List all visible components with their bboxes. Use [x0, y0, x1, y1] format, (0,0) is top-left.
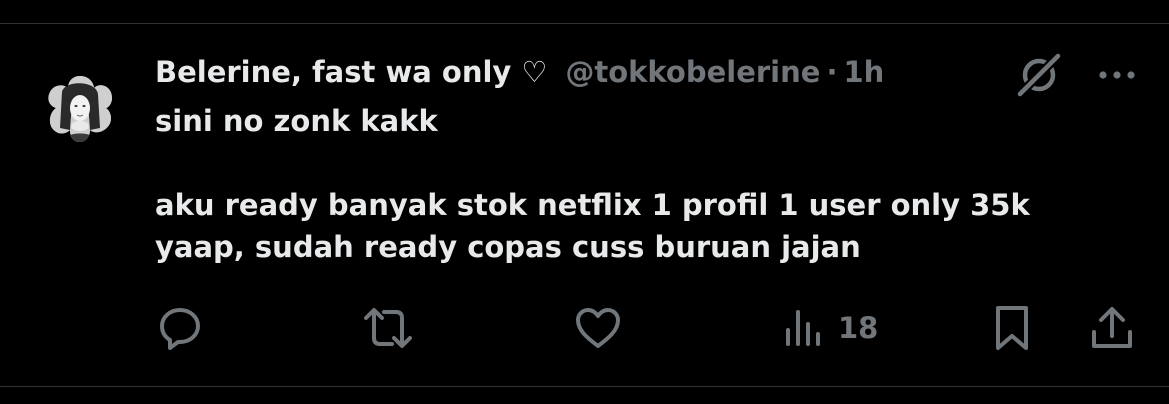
- like-button[interactable]: [574, 304, 622, 352]
- views-button[interactable]: 18: [782, 304, 878, 352]
- heart-icon: [574, 304, 622, 352]
- views-count: 18: [838, 311, 879, 345]
- user-handle[interactable]: @tokkobelerine: [565, 52, 820, 92]
- separator-dot: ·: [826, 55, 838, 89]
- bookmark-icon: [990, 302, 1034, 354]
- tweet-text-line: sini no zonk kakk: [155, 104, 438, 138]
- tweet-text: sini no zonk kakk aku ready banyak stok …: [155, 100, 1145, 268]
- share-icon: [1088, 304, 1136, 352]
- heart-emoji-icon: ♡: [521, 55, 548, 89]
- top-divider: [0, 23, 1169, 24]
- action-bar: 18: [0, 304, 1169, 352]
- bookmark-button[interactable]: [990, 304, 1034, 352]
- views-icon: [782, 304, 826, 352]
- reply-icon: [156, 304, 204, 352]
- tweet-text-line: yaap, sudah ready copas cuss buruan jaja…: [155, 230, 861, 264]
- retweet-button[interactable]: [360, 304, 416, 352]
- timestamp[interactable]: 1h: [843, 52, 884, 92]
- more-icon[interactable]: [1094, 60, 1140, 94]
- tweet-text-line: [155, 142, 1145, 184]
- retweet-icon: [360, 304, 416, 352]
- display-name[interactable]: Belerine, fast wa only: [155, 52, 511, 92]
- reply-button[interactable]: [156, 304, 204, 352]
- tweet-text-line: aku ready banyak stok netflix 1 profil 1…: [155, 188, 1030, 222]
- bottom-divider: [0, 386, 1169, 387]
- avatar[interactable]: [44, 72, 116, 144]
- share-button[interactable]: [1088, 304, 1136, 352]
- tweet-header: Belerine, fast wa only ♡ @tokkobelerine …: [155, 52, 884, 92]
- grok-icon[interactable]: [1014, 52, 1064, 102]
